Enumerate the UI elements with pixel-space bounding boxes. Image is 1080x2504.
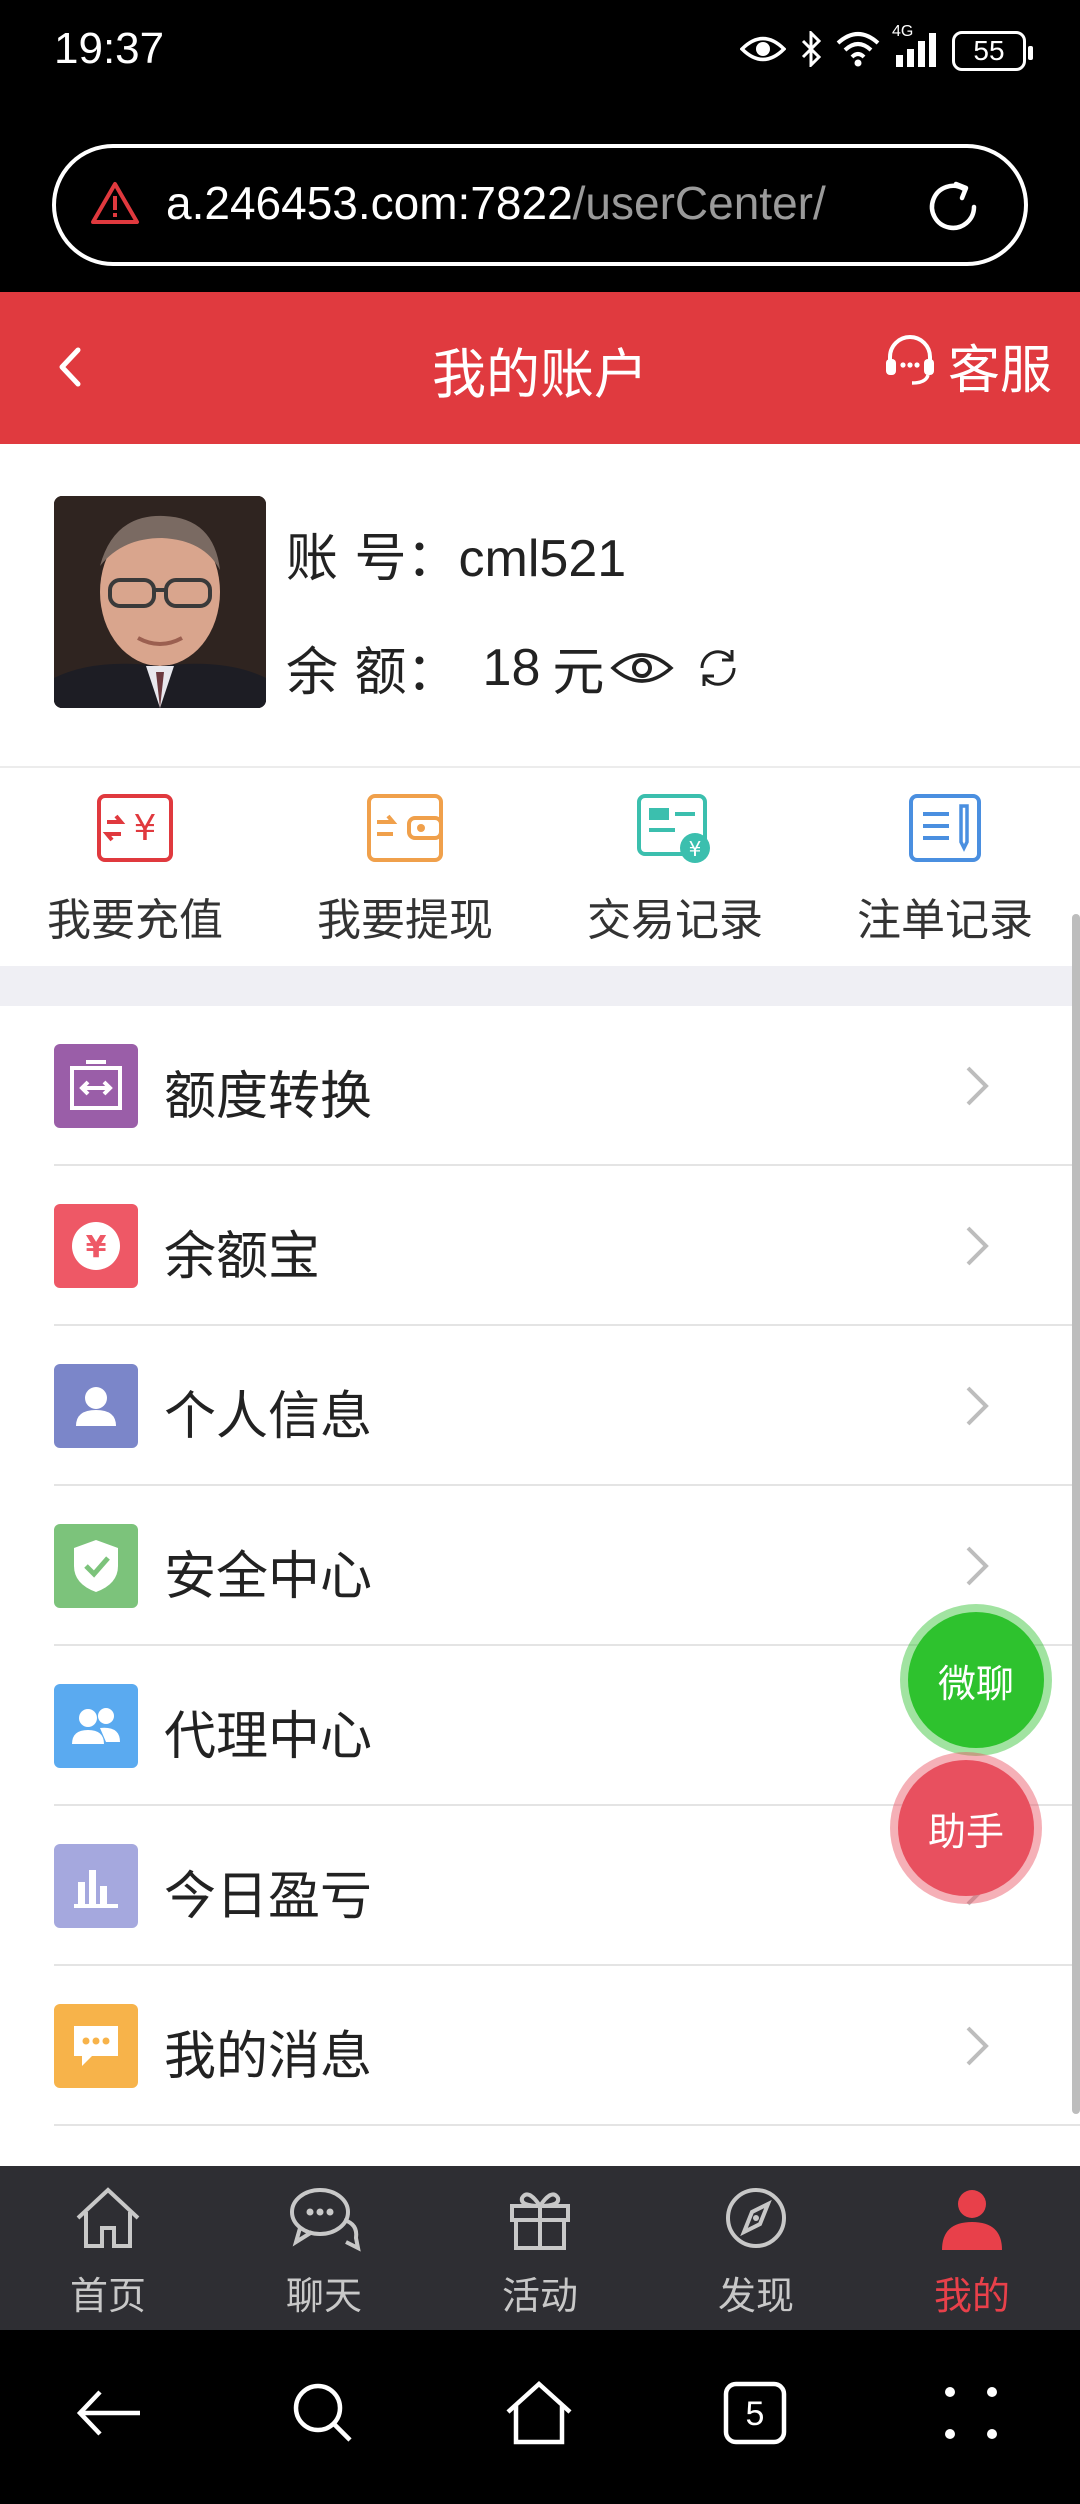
profile-card: 账 号：cml521 余 额： 18 元 bbox=[0, 444, 1080, 768]
account-value: cml521 bbox=[458, 530, 627, 588]
bar-chart-icon bbox=[54, 1844, 138, 1928]
nav-item-discover[interactable]: 发现 bbox=[648, 2166, 864, 2330]
wechat-chat-float-button[interactable]: 微聊 bbox=[908, 1612, 1044, 1748]
cellular-signal-icon: 4G bbox=[892, 23, 938, 73]
balance-label: 余 额： bbox=[286, 643, 459, 703]
home-icon bbox=[70, 2184, 146, 2261]
bottom-nav: 首页 聊天 活动 发现 我的 bbox=[0, 2166, 1080, 2330]
balance-line: 余 额： 18 元 bbox=[286, 630, 742, 705]
avatar[interactable] bbox=[54, 496, 266, 708]
menu-item-quota-transfer[interactable]: 额度转换 bbox=[54, 1006, 1080, 1166]
reload-icon[interactable] bbox=[922, 176, 984, 242]
status-bar: 19:37 4G 55 bbox=[0, 0, 1080, 110]
menu-list: 额度转换 ¥ 余额宝 个人信息 安全中心 代理中心 今日盈亏 我的消息 bbox=[0, 1006, 1080, 2126]
home-button-icon[interactable] bbox=[504, 2378, 574, 2452]
svg-text:¥: ¥ bbox=[134, 808, 157, 849]
back-arrow-icon[interactable] bbox=[74, 2378, 144, 2452]
transaction-record-button[interactable]: ¥ 交易记录 bbox=[540, 770, 810, 966]
transfer-icon bbox=[54, 1044, 138, 1128]
compass-icon bbox=[718, 2184, 794, 2261]
bet-record-button[interactable]: 注单记录 bbox=[810, 770, 1080, 966]
message-icon bbox=[54, 2004, 138, 2088]
profile-icon bbox=[934, 2184, 1010, 2261]
url-text[interactable]: a.246453.com:7822/userCenter/ bbox=[166, 176, 826, 230]
shield-icon bbox=[54, 1524, 138, 1608]
svg-text:¥: ¥ bbox=[689, 837, 702, 861]
chevron-right-icon bbox=[962, 2024, 992, 2072]
status-time: 19:37 bbox=[54, 24, 165, 73]
eye-toggle-icon[interactable] bbox=[610, 648, 675, 688]
nav-item-chat[interactable]: 聊天 bbox=[216, 2166, 432, 2330]
withdraw-wallet-icon bbox=[365, 792, 445, 868]
svg-text:¥: ¥ bbox=[86, 1230, 107, 1265]
menu-item-yuebao[interactable]: ¥ 余额宝 bbox=[54, 1166, 1080, 1326]
bluetooth-icon bbox=[800, 29, 822, 71]
recharge-button[interactable]: ¥ 我要充值 bbox=[0, 770, 270, 966]
address-bar[interactable]: a.246453.com:7822/userCenter/ bbox=[52, 144, 1028, 266]
system-navigation-bar: 5 bbox=[0, 2330, 1080, 2504]
search-icon[interactable] bbox=[288, 2378, 358, 2452]
page-header: 我的账户 客服 bbox=[0, 292, 1080, 444]
yuan-icon: ¥ bbox=[54, 1204, 138, 1288]
nav-item-mine[interactable]: 我的 bbox=[864, 2166, 1080, 2330]
agents-icon bbox=[54, 1684, 138, 1768]
tab-count: 5 bbox=[746, 2395, 765, 2433]
battery-icon: 55 bbox=[952, 31, 1033, 71]
chevron-right-icon bbox=[962, 1544, 992, 1592]
menu-item-security-center[interactable]: 安全中心 bbox=[54, 1486, 1080, 1646]
nav-item-activity[interactable]: 活动 bbox=[432, 2166, 648, 2330]
wifi-icon bbox=[836, 31, 880, 71]
balance-unit: 元 bbox=[552, 643, 605, 703]
assistant-float-button[interactable]: 助手 bbox=[898, 1760, 1034, 1896]
browser-toolbar: a.246453.com:7822/userCenter/ bbox=[0, 110, 1080, 292]
menu-item-personal-info[interactable]: 个人信息 bbox=[54, 1326, 1080, 1486]
chat-icon bbox=[286, 2184, 362, 2261]
nav-item-home[interactable]: 首页 bbox=[0, 2166, 216, 2330]
withdraw-button[interactable]: 我要提现 bbox=[270, 770, 540, 966]
chevron-right-icon bbox=[962, 1384, 992, 1432]
account-label: 账 号： bbox=[286, 529, 459, 589]
balance-value: 18 bbox=[482, 638, 541, 697]
bet-record-icon bbox=[905, 792, 985, 868]
user-icon bbox=[54, 1364, 138, 1448]
main-content: 账 号：cml521 余 额： 18 元 ¥ 我要充值 我要提现 ¥ 交易记录 … bbox=[0, 444, 1080, 2166]
scrollbar[interactable] bbox=[1072, 914, 1080, 2114]
chevron-right-icon bbox=[962, 1224, 992, 1272]
refresh-icon[interactable] bbox=[694, 644, 742, 692]
section-divider bbox=[0, 966, 1080, 1006]
gift-icon bbox=[502, 2184, 578, 2261]
status-icons: 4G 55 bbox=[739, 23, 1033, 74]
eye-icon bbox=[739, 34, 787, 68]
not-secure-warning-icon[interactable] bbox=[90, 180, 140, 230]
headset-icon bbox=[882, 331, 938, 400]
more-icon[interactable] bbox=[936, 2378, 1006, 2452]
transaction-record-icon: ¥ bbox=[635, 792, 715, 868]
menu-item-my-messages[interactable]: 我的消息 bbox=[54, 1966, 1080, 2126]
customer-service-button[interactable]: 客服 bbox=[882, 328, 1052, 403]
account-line: 账 号：cml521 bbox=[286, 516, 626, 591]
recharge-icon: ¥ bbox=[95, 792, 175, 868]
chevron-right-icon bbox=[962, 1064, 992, 1112]
quick-actions: ¥ 我要充值 我要提现 ¥ 交易记录 注单记录 bbox=[0, 770, 1080, 966]
tabs-button[interactable]: 5 bbox=[720, 2378, 790, 2452]
